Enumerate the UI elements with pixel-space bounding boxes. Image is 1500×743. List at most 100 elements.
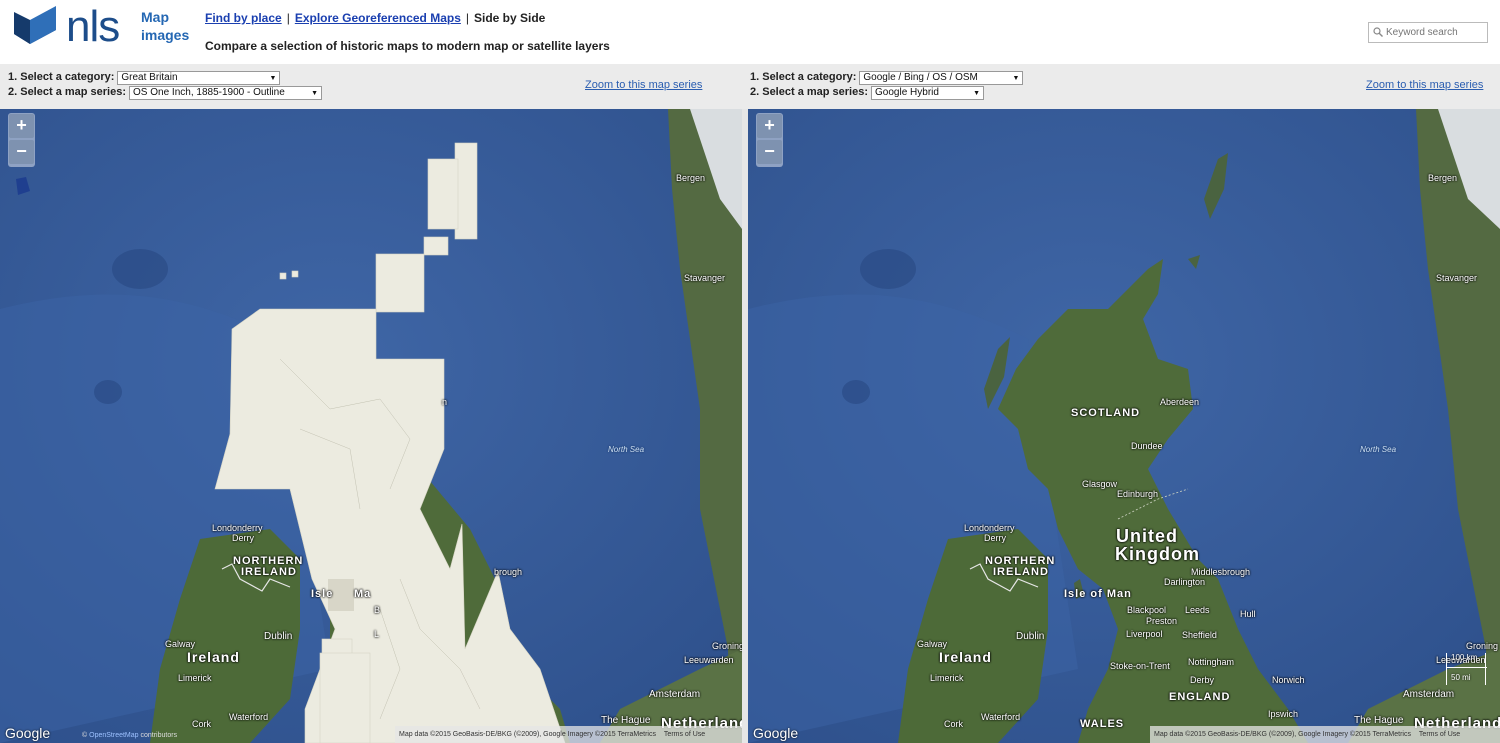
- label-blackpool: Blackpool: [1127, 605, 1167, 615]
- brand-line1: Map: [141, 9, 169, 25]
- right-category-select[interactable]: Google / Bing / OS / OSM ▼: [859, 70, 1024, 85]
- left-map-viewport[interactable]: + − Bergen Stavanger North Sea n Londond…: [0, 109, 742, 743]
- label-north-sea: North Sea: [608, 445, 645, 454]
- label-isle-of-man: Isle of Man: [1064, 588, 1132, 600]
- osm-link[interactable]: OpenStreetMap: [89, 732, 138, 739]
- label-derry: Derry: [984, 533, 1006, 543]
- dropdown-arrow-icon: ▼: [973, 89, 981, 97]
- left-category-select[interactable]: Great Britain ▼: [117, 70, 281, 85]
- nls-cube-icon: [14, 6, 56, 44]
- label-isle-partial: Isle: [311, 588, 334, 600]
- terms-of-use-link[interactable]: Terms of Use: [664, 731, 705, 738]
- google-logo: Google: [5, 725, 51, 741]
- label-partial-l: L: [374, 629, 380, 639]
- label-galway: Galway: [165, 639, 196, 649]
- find-by-place-link[interactable]: Find by place: [205, 11, 282, 25]
- right-series-label: 2. Select a map series:: [750, 86, 869, 98]
- attribution-text: Map data ©2015 GeoBasis-DE/BKG (©2009), …: [399, 731, 656, 738]
- label-waterford: Waterford: [229, 712, 269, 722]
- label-glasgow: Glasgow: [1082, 479, 1118, 489]
- right-zoom-to-series-link[interactable]: Zoom to this map series: [1366, 79, 1483, 91]
- attribution-text: Map data ©2015 GeoBasis-DE/BKG (©2009), …: [1154, 731, 1411, 738]
- nls-logo[interactable]: nls: [10, 2, 120, 51]
- label-ireland: Ireland: [939, 649, 992, 665]
- label-dundee: Dundee: [1131, 441, 1163, 451]
- label-norwich: Norwich: [1272, 675, 1305, 685]
- page-subtitle: Compare a selection of historic maps to …: [205, 39, 610, 53]
- right-zoom-out-button[interactable]: −: [757, 140, 782, 164]
- left-zoom-in-button[interactable]: +: [9, 114, 34, 138]
- side-by-side-current: Side by Side: [474, 11, 546, 25]
- explore-maps-link[interactable]: Explore Georeferenced Maps: [295, 11, 461, 25]
- right-map-attribution: Map data ©2015 GeoBasis-DE/BKG (©2009), …: [1150, 726, 1500, 743]
- label-northern-ireland: IRELAND: [993, 566, 1049, 578]
- dropdown-arrow-icon: ▼: [1012, 74, 1020, 82]
- right-map-viewport[interactable]: + − Bergen Stavanger North Sea Aberdeen …: [748, 109, 1500, 743]
- label-wales: WALES: [1080, 718, 1125, 730]
- label-stoke-on-trent: Stoke-on-Trent: [1110, 661, 1170, 671]
- label-waterford: Waterford: [981, 712, 1021, 722]
- label-groningen: Groning: [1466, 641, 1499, 651]
- label-cork: Cork: [192, 719, 212, 729]
- label-stavanger: Stavanger: [1436, 273, 1478, 283]
- label-dublin: Dublin: [1016, 631, 1045, 642]
- right-map-canvas[interactable]: [748, 109, 1500, 743]
- left-series-select[interactable]: OS One Inch, 1885-1900 - Outline ▼: [129, 85, 323, 100]
- brand-map-images[interactable]: Map images: [141, 8, 201, 44]
- right-series-value: Google Hybrid: [875, 86, 939, 98]
- scale-mi: 50 mi: [1451, 673, 1471, 682]
- scale-line: [1447, 667, 1487, 668]
- label-cork: Cork: [944, 719, 964, 729]
- label-the-hague: The Hague: [1354, 715, 1404, 726]
- label-derry: Derry: [232, 533, 254, 543]
- left-map-canvas[interactable]: [0, 109, 742, 743]
- label-sheffield: Sheffield: [1182, 630, 1217, 640]
- search-icon: [1373, 27, 1383, 37]
- right-series-select[interactable]: Google Hybrid ▼: [871, 85, 985, 100]
- left-map-attribution: Map data ©2015 GeoBasis-DE/BKG (©2009), …: [395, 726, 742, 743]
- top-nav: Find by place | Explore Georeferenced Maps…: [205, 11, 545, 25]
- label-derby: Derby: [1190, 675, 1215, 685]
- keyword-search-box[interactable]: [1368, 22, 1488, 43]
- terms-of-use-link[interactable]: Terms of Use: [1419, 731, 1460, 738]
- left-controls: 1. Select a category: Great Britain ▼ 2. …: [8, 70, 323, 100]
- label-middlesbrough: Middlesbrough: [1191, 567, 1251, 577]
- right-controls: 1. Select a category: Google / Bing / OS…: [750, 70, 1024, 100]
- label-the-hague: The Hague: [601, 715, 651, 726]
- label-dublin: Dublin: [264, 631, 293, 642]
- right-zoom-control: + −: [756, 113, 783, 167]
- google-logo: Google: [753, 725, 799, 741]
- label-leeuwarden: Leeuwarden: [684, 655, 734, 665]
- left-series-label: 2. Select a map series:: [8, 86, 127, 98]
- label-man-partial: Ma: [354, 588, 372, 600]
- label-groningen: Groning: [712, 641, 742, 651]
- label-northern-ireland: IRELAND: [241, 566, 297, 578]
- label-limerick: Limerick: [930, 673, 964, 683]
- label-scotland: SCOTLAND: [1071, 407, 1141, 419]
- brand-line2: images: [141, 27, 190, 43]
- nav-separator: |: [286, 11, 290, 25]
- scale-km: 100 km: [1451, 653, 1478, 662]
- label-liverpool: Liverpool: [1126, 629, 1163, 639]
- label-ireland: Ireland: [187, 649, 240, 665]
- label-partial-b: B: [374, 605, 381, 615]
- label-aberdeen: Aberdeen: [1160, 397, 1200, 407]
- label-leeds: Leeds: [1185, 605, 1210, 615]
- osm-suffix: contributors: [140, 732, 178, 739]
- left-zoom-to-series-link[interactable]: Zoom to this map series: [585, 79, 702, 91]
- label-ipswich: Ipswich: [1268, 709, 1299, 719]
- label-england: ENGLAND: [1169, 691, 1231, 703]
- header: nls Map images Find by place | Explore Geo…: [0, 0, 1500, 64]
- nav-separator: |: [465, 11, 469, 25]
- left-zoom-out-button[interactable]: −: [9, 140, 34, 164]
- label-londonderry: Londonderry: [964, 523, 1015, 533]
- left-category-value: Great Britain: [121, 71, 178, 83]
- osm-prefix: ©: [82, 732, 88, 739]
- right-zoom-in-button[interactable]: +: [757, 114, 782, 138]
- left-category-label: 1. Select a category:: [8, 71, 115, 83]
- label-amsterdam: Amsterdam: [1403, 689, 1455, 700]
- logo-text: nls: [66, 2, 120, 51]
- left-series-value: OS One Inch, 1885-1900 - Outline: [133, 86, 285, 98]
- dropdown-arrow-icon: ▼: [269, 74, 277, 82]
- keyword-search-input[interactable]: [1386, 25, 1484, 40]
